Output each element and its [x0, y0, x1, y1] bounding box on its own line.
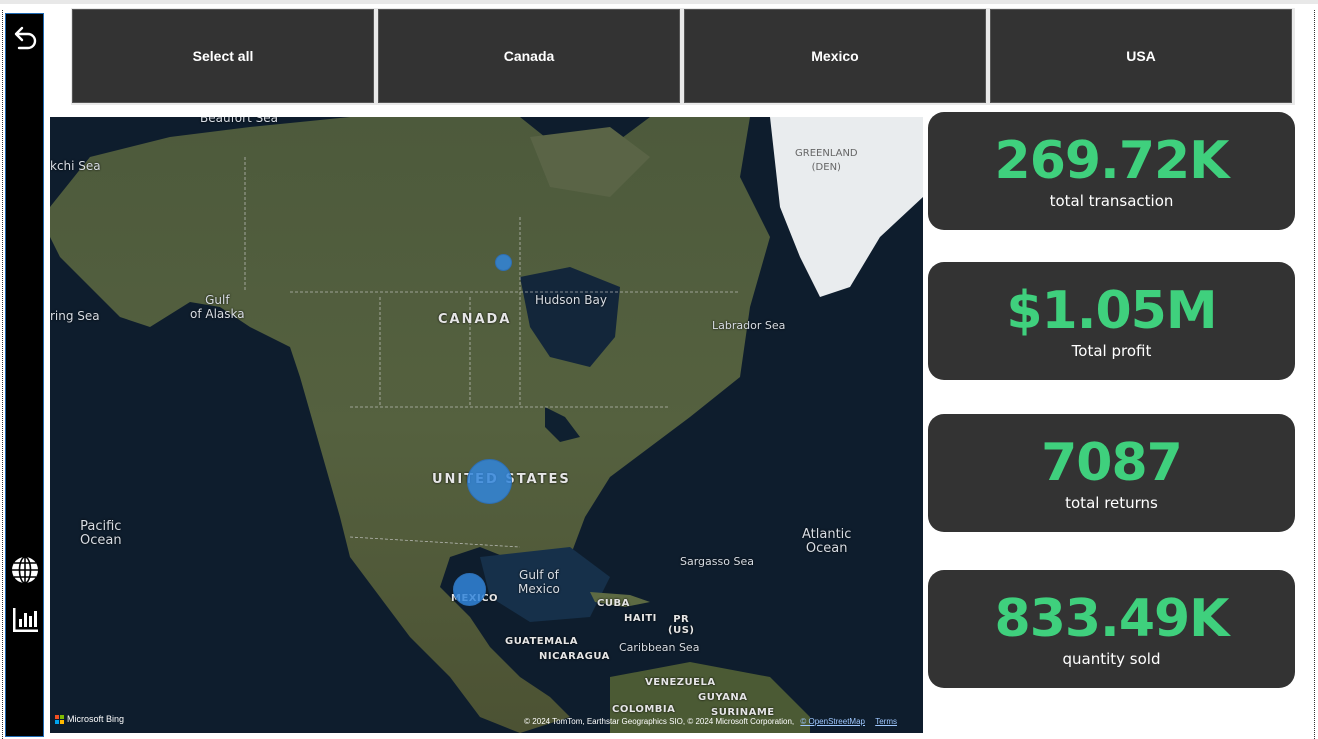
kpi-value: 7087	[1041, 433, 1183, 493]
kpi-card-total-profit: $1.05M Total profit	[928, 262, 1295, 380]
kpi-label: Total profit	[1071, 342, 1152, 360]
kpi-value: 269.72K	[994, 131, 1230, 191]
map-visual[interactable]: Beaufort Sea kchi Sea GREENLAND (DEN) Gu…	[50, 117, 923, 733]
map-label-cuba: CUBA	[597, 598, 630, 609]
map-label-pacific-ocean: Pacific Ocean	[80, 519, 122, 548]
map-label-pr: PR (US)	[668, 614, 695, 636]
map-label-labrador-sea: Labrador Sea	[712, 319, 786, 332]
kpi-card-quantity-sold: 833.49K quantity sold	[928, 570, 1295, 688]
map-background	[50, 117, 923, 733]
map-bubble-canada[interactable]	[495, 254, 512, 271]
kpi-card-total-returns: 7087 total returns	[928, 414, 1295, 532]
slicer-canada-button[interactable]: Canada	[378, 9, 680, 103]
map-label-caribbean-sea: Caribbean Sea	[619, 641, 700, 654]
globe-icon[interactable]	[9, 554, 41, 586]
bar-chart-icon[interactable]	[9, 604, 41, 636]
map-label-colombia: COLOMBIA	[612, 704, 676, 715]
kpi-card-total-transaction: 269.72K total transaction	[928, 112, 1295, 230]
map-label-guyana: GUYANA	[698, 692, 748, 703]
kpi-label: total returns	[1065, 494, 1158, 512]
map-label-gulf-of-alaska: Gulf of Alaska	[190, 293, 245, 321]
page-top-border	[0, 0, 1318, 4]
openstreetmap-link[interactable]: © OpenStreetMap	[800, 717, 865, 726]
map-provider-text: Microsoft Bing	[67, 714, 125, 724]
map-label-bering-sea: ring Sea	[50, 309, 100, 323]
country-slicer: Select all Canada Mexico USA	[71, 8, 1295, 105]
map-label-hudson-bay: Hudson Bay	[535, 293, 607, 307]
sidebar-nav	[5, 13, 44, 737]
map-attribution: © 2024 TomTom, Earthstar Geographics SIO…	[524, 717, 897, 726]
map-label-haiti: HAITI	[624, 613, 657, 624]
kpi-label: total transaction	[1049, 192, 1174, 210]
map-label-beaufort-sea: Beaufort Sea	[200, 117, 278, 125]
map-bubble-mexico[interactable]	[453, 573, 486, 606]
terms-link[interactable]: Terms	[875, 717, 897, 726]
map-label-gulf-of-mexico: Gulf of Mexico	[518, 568, 560, 596]
map-label-guatemala: GUATEMALA	[505, 636, 578, 647]
map-label-venezuela: VENEZUELA	[645, 677, 716, 688]
kpi-value: $1.05M	[1006, 281, 1217, 341]
bing-logo: Microsoft Bing	[55, 714, 124, 724]
kpi-label: quantity sold	[1062, 650, 1161, 668]
page-left-border	[2, 10, 3, 739]
slicer-mexico-button[interactable]: Mexico	[684, 9, 986, 103]
map-attribution-text: © 2024 TomTom, Earthstar Geographics SIO…	[524, 717, 795, 726]
slicer-select-all-button[interactable]: Select all	[72, 9, 374, 103]
kpi-value: 833.49K	[994, 589, 1230, 649]
microsoft-logo-icon	[55, 714, 64, 724]
map-label-greenland: GREENLAND (DEN)	[795, 148, 858, 173]
map-label-chukchi-sea: kchi Sea	[50, 159, 101, 173]
map-label-sargasso-sea: Sargasso Sea	[680, 555, 754, 568]
map-label-atlantic-ocean: Atlantic Ocean	[802, 527, 852, 556]
map-label-nicaragua: NICARAGUA	[539, 651, 610, 662]
back-arrow-icon[interactable]	[9, 22, 41, 54]
map-bubble-usa[interactable]	[467, 459, 512, 504]
slicer-usa-button[interactable]: USA	[990, 9, 1292, 103]
map-label-canada: CANADA	[438, 312, 512, 327]
page-right-border	[1314, 10, 1315, 739]
